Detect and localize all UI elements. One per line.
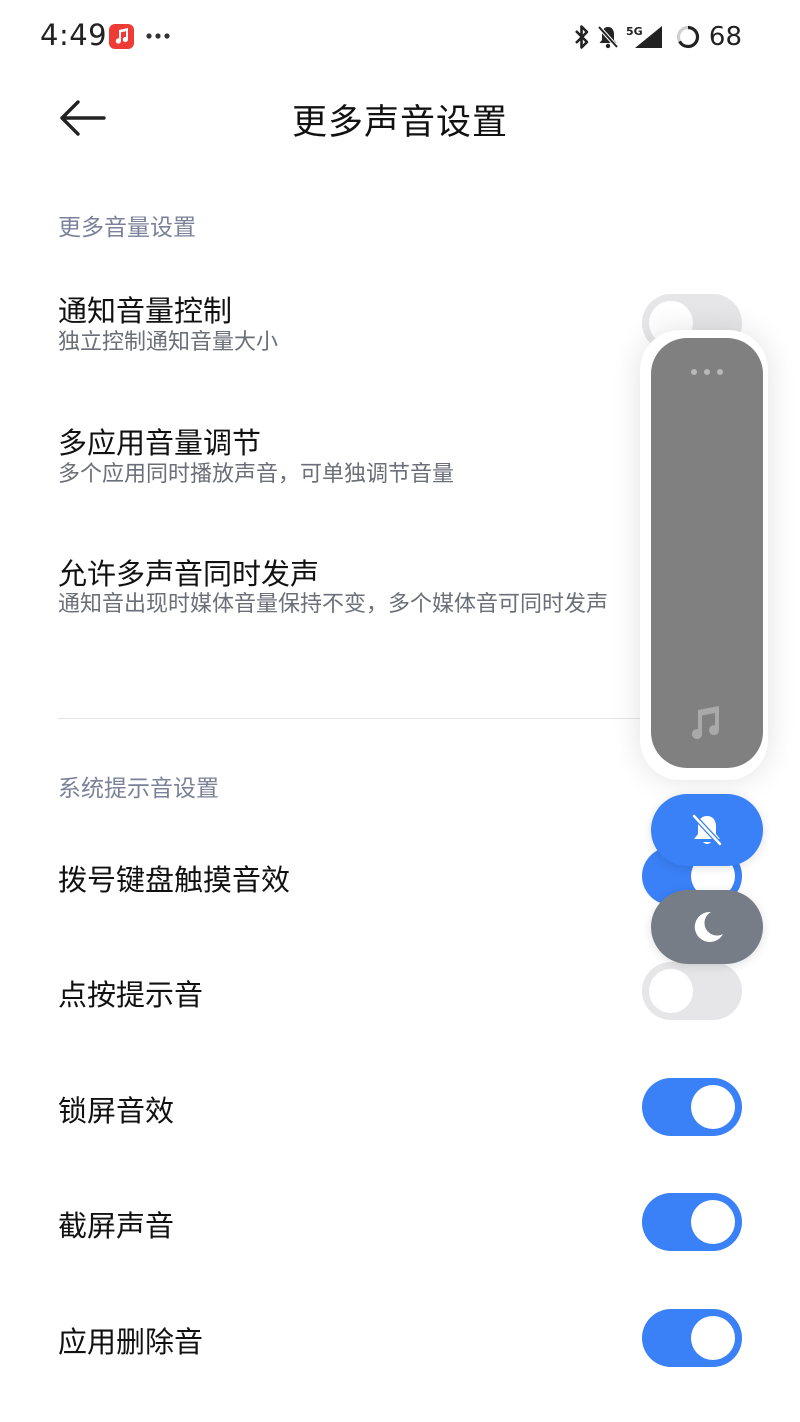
do-not-disturb-button[interactable] xyxy=(651,890,763,964)
toggle-lock-screen-sound[interactable] xyxy=(642,1078,742,1136)
toggle-knob xyxy=(649,969,693,1013)
more-dots-icon[interactable] xyxy=(689,368,725,376)
row-title-app-delete-sound[interactable]: 应用删除音 xyxy=(58,1319,203,1361)
section-title-volume: 更多音量设置 xyxy=(58,215,196,241)
row-title-notification-volume[interactable]: 通知音量控制 xyxy=(58,288,232,330)
more-dots-icon xyxy=(146,33,170,39)
toggle-knob xyxy=(691,1085,735,1129)
toggle-app-delete-sound[interactable] xyxy=(642,1309,742,1367)
volume-slider[interactable] xyxy=(651,338,763,768)
toggle-tap-sound[interactable] xyxy=(642,962,742,1020)
row-subtitle-simultaneous-sound: 通知音出现时媒体音量保持不变，多个媒体音可同时发声 xyxy=(58,592,609,617)
ring-mode-button[interactable] xyxy=(651,794,763,866)
battery-ring-icon xyxy=(676,25,700,49)
svg-text:5G: 5G xyxy=(626,25,643,38)
page-title: 更多声音设置 xyxy=(291,103,508,143)
row-title-screenshot-sound[interactable]: 截屏声音 xyxy=(58,1203,174,1245)
bell-muted-icon xyxy=(692,814,722,846)
row-title-multi-app-volume[interactable]: 多应用音量调节 xyxy=(58,420,261,462)
row-subtitle-notification-volume: 独立控制通知音量大小 xyxy=(58,330,279,355)
header: 更多声音设置 xyxy=(0,76,800,164)
toggle-knob xyxy=(691,1316,735,1360)
row-title-simultaneous-sound[interactable]: 允许多声音同时发声 xyxy=(58,551,319,593)
toggle-knob xyxy=(691,1200,735,1244)
section-title-system-sounds: 系统提示音设置 xyxy=(58,776,219,802)
battery-level: 68 xyxy=(708,22,742,52)
bell-muted-icon xyxy=(597,25,619,49)
5g-signal-icon: 5G xyxy=(626,25,662,48)
music-note-icon xyxy=(692,706,720,740)
moon-icon xyxy=(694,911,723,942)
status-time: 4:49 xyxy=(40,18,108,52)
row-title-dialpad-touch-sound[interactable]: 拨号键盘触摸音效 xyxy=(58,857,290,899)
status-bar: 4:49 5G 68 xyxy=(0,0,800,76)
row-subtitle-multi-app-volume: 多个应用同时播放声音，可单独调节音量 xyxy=(58,462,455,487)
toggle-screenshot-sound[interactable] xyxy=(642,1193,742,1251)
row-title-lock-screen-sound[interactable]: 锁屏音效 xyxy=(58,1088,174,1130)
row-title-tap-sound[interactable]: 点按提示音 xyxy=(58,972,203,1014)
status-icons: 5G 68 xyxy=(573,22,742,52)
bluetooth-icon xyxy=(574,25,589,49)
music-app-icon xyxy=(109,24,134,49)
